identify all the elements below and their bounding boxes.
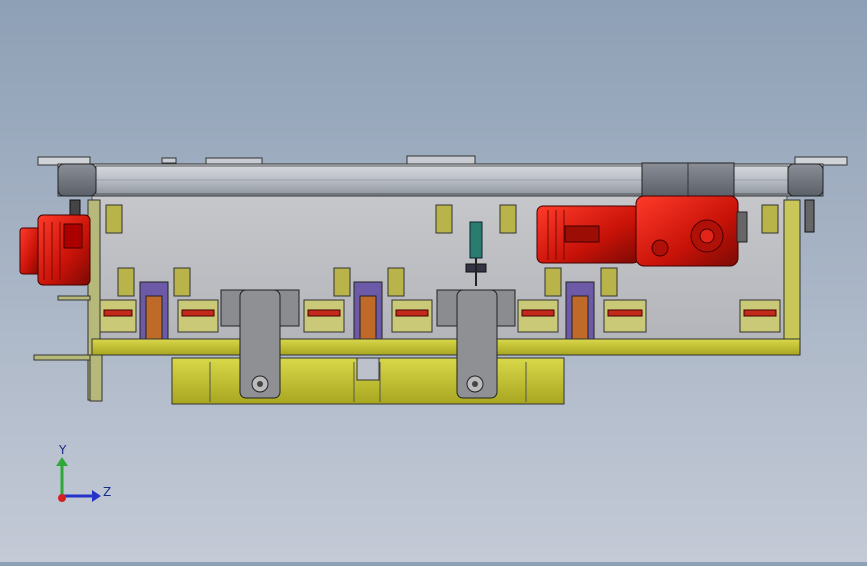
right-shaft — [804, 199, 815, 233]
top-rail-end-right — [787, 163, 824, 197]
right-gearmotor — [536, 195, 748, 267]
top-rail-tab — [161, 157, 177, 164]
cad-viewport[interactable] — [0, 0, 867, 562]
top-rail-end-left — [57, 163, 97, 197]
machine-assembly-drawing — [19, 155, 848, 502]
triad-y-label: Y — [59, 443, 67, 457]
coordinate-triad — [56, 457, 101, 502]
beam-notch — [356, 357, 380, 381]
right-side-frame — [783, 199, 801, 341]
top-rail-tab — [205, 157, 263, 165]
triad-z-label: Z — [103, 485, 112, 499]
top-rail-tab — [406, 155, 476, 165]
base-bar — [91, 338, 801, 356]
left-motor — [19, 214, 91, 286]
